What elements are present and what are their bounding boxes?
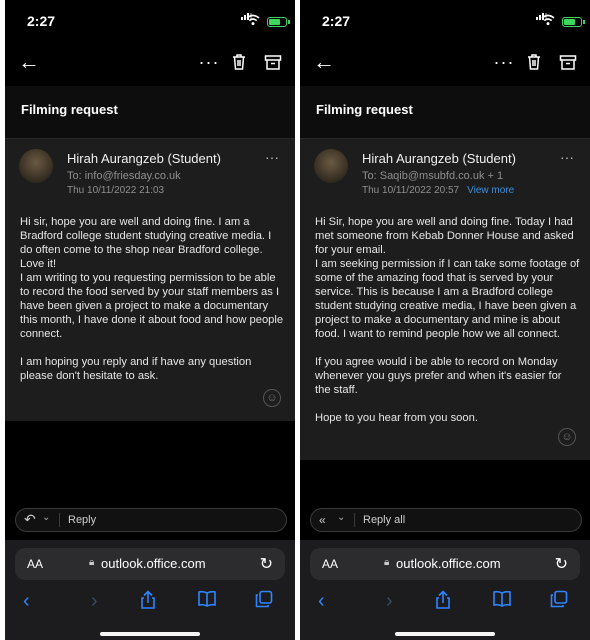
emoji-icon[interactable]: ☺	[263, 389, 281, 407]
body-paragraph: I am hoping you reply and if have any qu…	[20, 356, 252, 382]
browser-back-icon[interactable]: ‹	[318, 590, 325, 613]
back-arrow-icon[interactable]: ←	[15, 48, 43, 76]
recipient-line[interactable]: To: Saqib@msubfd.co.uk + 1	[362, 170, 503, 182]
reply-bar[interactable]: ↶ ⌄ Reply	[15, 508, 287, 532]
emoji-icon[interactable]: ☺	[558, 428, 576, 446]
sent-date: Thu 10/11/2022 20:57 View more	[362, 185, 514, 196]
lock-icon: 🔒︎	[89, 557, 95, 568]
browser-forward-icon[interactable]: ›	[386, 590, 393, 613]
more-icon[interactable]: ···	[490, 48, 518, 76]
divider	[354, 513, 355, 527]
message-body: Hi Sir, hope you are well and doing fine…	[315, 215, 580, 425]
browser-forward-icon[interactable]: ›	[91, 590, 98, 613]
home-indicator	[395, 632, 495, 636]
sender-name[interactable]: Hirah Aurangzeb (Student)	[67, 151, 221, 166]
tabs-icon[interactable]	[255, 590, 273, 614]
bookmarks-icon[interactable]	[492, 590, 512, 614]
recipient-line[interactable]: To: info@friesday.co.uk	[67, 170, 181, 182]
phone-screen-left: 2:27 ← ··· Filming request Hirah Aurangz…	[5, 0, 295, 640]
body-paragraph: I am writing to you requesting permissio…	[20, 272, 284, 340]
reply-icon[interactable]: ↶	[24, 511, 36, 528]
message-body: Hi sir, hope you are well and doing fine…	[20, 215, 285, 383]
subject-header: Filming request	[5, 86, 295, 138]
body-paragraph: Hope to you hear from you soon.	[315, 412, 478, 424]
trash-icon[interactable]	[520, 48, 548, 76]
chevron-down-icon[interactable]: ⌄	[42, 512, 50, 523]
body-paragraph: Hi sir, hope you are well and doing fine…	[20, 216, 272, 270]
url-text[interactable]: outlook.office.com	[396, 556, 501, 571]
sent-date: Thu 10/11/2022 21:03	[67, 185, 165, 196]
mail-toolbar: ← ···	[300, 42, 590, 82]
status-time: 2:27	[322, 13, 351, 29]
browser-back-icon[interactable]: ‹	[23, 590, 30, 613]
reply-all-bar[interactable]: « ⌄ Reply all	[310, 508, 582, 532]
body-paragraph	[20, 341, 285, 355]
body-paragraph: If you agree would i be able to record o…	[315, 356, 562, 396]
reload-icon[interactable]: ↻	[260, 554, 273, 574]
browser-nav: ‹ ›	[5, 590, 295, 620]
reader-aa-button[interactable]: AA	[27, 557, 43, 571]
reader-aa-button[interactable]: AA	[322, 557, 338, 571]
address-bar[interactable]: AA 🔒︎ outlook.office.com ↻	[15, 548, 285, 580]
email-subject: Filming request	[316, 102, 413, 117]
avatar[interactable]	[314, 149, 348, 183]
tabs-icon[interactable]	[550, 590, 568, 614]
reply-all-icon[interactable]: «	[319, 513, 326, 527]
empty-area	[300, 460, 590, 503]
browser-chrome: AA 🔒︎ outlook.office.com ↻ ‹ ›	[300, 540, 590, 640]
mail-toolbar: ← ···	[5, 42, 295, 82]
body-paragraph: Hi Sir, hope you are well and doing fine…	[315, 216, 574, 256]
divider	[59, 513, 60, 527]
reply-all-button[interactable]: Reply all	[363, 514, 405, 526]
wifi-icon	[541, 14, 555, 26]
share-icon[interactable]	[139, 590, 157, 616]
archive-icon[interactable]	[259, 48, 287, 76]
browser-nav: ‹ ›	[300, 590, 590, 620]
archive-icon[interactable]	[554, 48, 582, 76]
sender-name[interactable]: Hirah Aurangzeb (Student)	[362, 151, 516, 166]
address-bar[interactable]: AA 🔒︎ outlook.office.com ↻	[310, 548, 580, 580]
battery-icon	[267, 17, 290, 27]
phone-screen-right: 2:27 ← ··· Filming request Hirah Aurangz…	[300, 0, 590, 640]
message-card[interactable]: Hirah Aurangzeb (Student) To: info@fries…	[5, 138, 295, 421]
body-paragraph	[315, 341, 580, 355]
view-more-link[interactable]: View more	[467, 185, 514, 196]
status-time: 2:27	[27, 13, 56, 29]
home-indicator	[100, 632, 200, 636]
battery-icon	[562, 17, 585, 27]
status-bar: 2:27	[5, 0, 295, 40]
avatar[interactable]	[19, 149, 53, 183]
sent-date-text: Thu 10/11/2022 20:57	[362, 185, 460, 196]
lock-icon: 🔒︎	[384, 557, 390, 568]
body-paragraph: I am seeking permission if I can take so…	[315, 258, 580, 340]
bookmarks-icon[interactable]	[197, 590, 217, 614]
status-bar: 2:27	[300, 0, 590, 40]
more-icon[interactable]: ···	[195, 48, 223, 76]
subject-header: Filming request	[300, 86, 590, 138]
empty-area	[5, 421, 295, 503]
share-icon[interactable]	[434, 590, 452, 616]
back-arrow-icon[interactable]: ←	[310, 48, 338, 76]
chevron-down-icon[interactable]: ⌄	[337, 512, 345, 523]
message-more-icon[interactable]: ···	[560, 149, 574, 165]
url-text[interactable]: outlook.office.com	[101, 556, 206, 571]
trash-icon[interactable]	[225, 48, 253, 76]
browser-chrome: AA 🔒︎ outlook.office.com ↻ ‹ ›	[5, 540, 295, 640]
email-subject: Filming request	[21, 102, 118, 117]
wifi-icon	[246, 14, 260, 26]
reload-icon[interactable]: ↻	[555, 554, 568, 574]
body-paragraph	[315, 397, 580, 411]
reply-button[interactable]: Reply	[68, 514, 96, 526]
message-card[interactable]: Hirah Aurangzeb (Student) To: Saqib@msub…	[300, 138, 590, 460]
message-more-icon[interactable]: ···	[265, 149, 279, 165]
